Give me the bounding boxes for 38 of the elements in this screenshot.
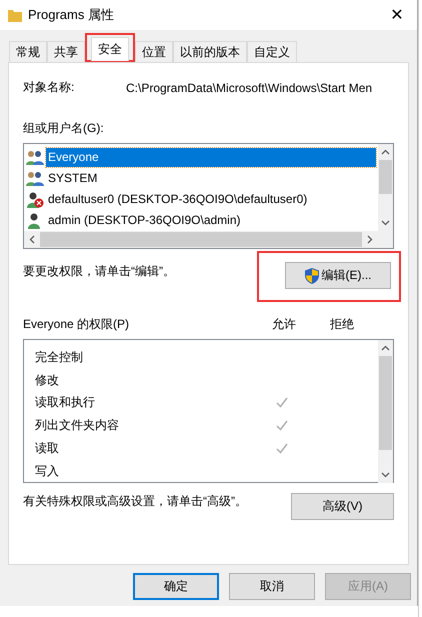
hint-text: 要更改权限，请单击“编辑”。 bbox=[23, 263, 175, 280]
tab[interactable]: 位置 bbox=[135, 41, 173, 62]
user-item[interactable]: Everyone bbox=[46, 148, 376, 167]
tab[interactable]: 自定义 bbox=[247, 41, 297, 62]
permission-name: 列出文件夹内容 bbox=[35, 417, 120, 434]
permission-name: 写入 bbox=[35, 462, 60, 480]
tab[interactable]: 常规 bbox=[9, 41, 47, 62]
permission-name: 完全控制 bbox=[35, 348, 84, 366]
object-path: C:\ProgramData\Microsoft\Windows\Start Men bbox=[126, 80, 374, 94]
close-button[interactable]: ✕ bbox=[377, 0, 417, 30]
users-icon bbox=[26, 170, 44, 186]
users-icon bbox=[26, 150, 44, 166]
column-header: 允许 bbox=[271, 316, 297, 333]
permission-name: 读取和执行 bbox=[35, 394, 96, 412]
list-label: Everyone 的权限(P) bbox=[23, 316, 130, 333]
tab[interactable]: 共享 bbox=[47, 41, 85, 62]
scrollbar[interactable] bbox=[378, 144, 393, 231]
user-item[interactable]: defaultuser0 (DESKTOP-36QOI9O\defaultuser0) bbox=[46, 190, 312, 209]
user-item[interactable]: SYSTEM bbox=[46, 169, 102, 188]
dialog-button[interactable]: 确定 bbox=[133, 573, 219, 600]
advanced-button[interactable]: 高级(V) bbox=[291, 493, 394, 520]
dialog-button[interactable]: 取消 bbox=[229, 573, 315, 600]
scrollbar[interactable] bbox=[378, 340, 393, 483]
edit-button[interactable]: 编辑(E)... bbox=[285, 262, 391, 289]
scrollbar[interactable] bbox=[24, 231, 378, 248]
tab[interactable]: 以前的版本 bbox=[173, 41, 247, 62]
tab[interactable]: 安全 bbox=[91, 37, 129, 61]
window-title: Programs 属性 bbox=[28, 6, 115, 24]
shield-icon bbox=[304, 268, 318, 284]
permission-name: 读取 bbox=[35, 440, 60, 458]
column-header: 拒绝 bbox=[329, 316, 355, 333]
user-item[interactable]: admin (DESKTOP-36QOI9O\admin) bbox=[46, 211, 245, 230]
user-error-icon bbox=[26, 192, 44, 208]
field-label: 对象名称: bbox=[23, 79, 74, 96]
folder-icon bbox=[8, 8, 22, 22]
permission-name: 修改 bbox=[35, 372, 60, 389]
list-label: 组或用户名(G): bbox=[23, 120, 104, 137]
hint-text: 有关特殊权限或高级设置，请单击“高级”。 bbox=[23, 493, 247, 510]
